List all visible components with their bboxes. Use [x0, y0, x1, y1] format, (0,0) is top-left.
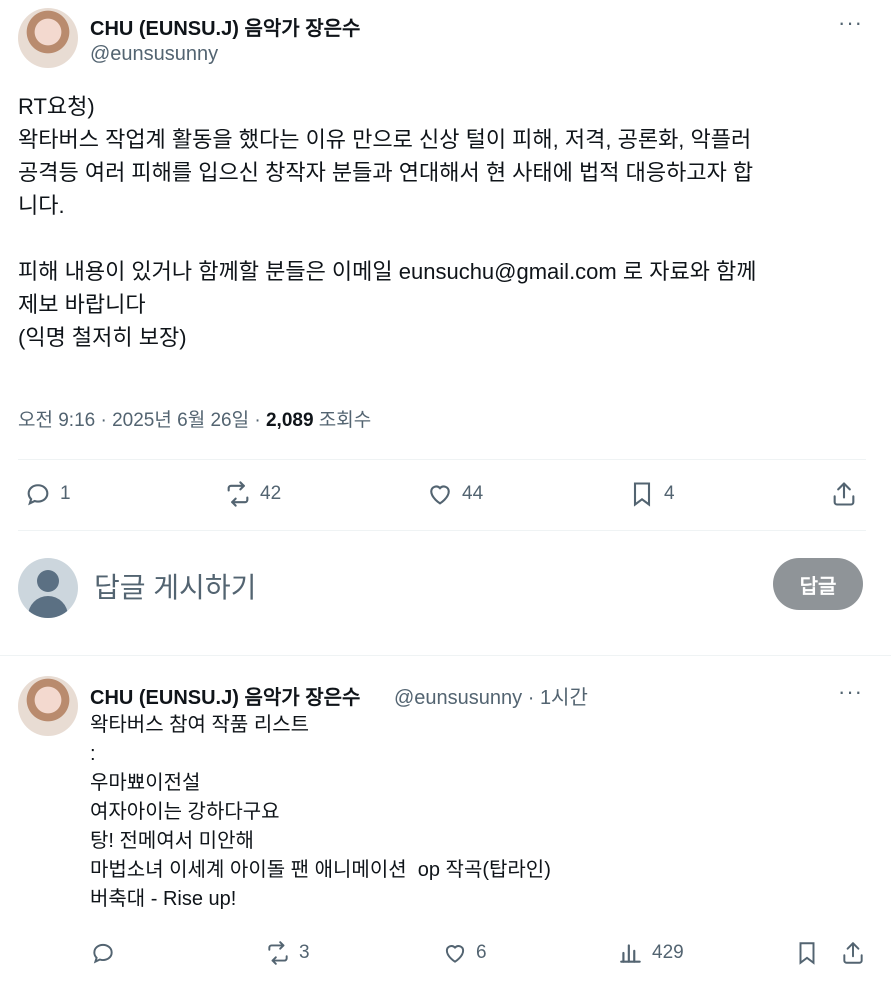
more-options-icon[interactable]: ···: [838, 10, 863, 36]
reply-text: 왁타버스 참여 작품 리스트 : 우마뾰이전설 여자아이는 강하다구요 탕! 전…: [90, 714, 551, 910]
divider: [0, 655, 891, 656]
retweet-icon: [227, 481, 249, 507]
reply-author-name[interactable]: CHU (EUNSU.J) 음악가 장은수: [90, 681, 360, 710]
share-icon: [833, 482, 855, 506]
divider: [18, 459, 866, 460]
author-handle[interactable]: @eunsusunny: [90, 43, 218, 66]
reply-more-options-icon[interactable]: ···: [838, 679, 863, 705]
bookmark-count: 4: [664, 483, 675, 504]
heart-icon: [430, 485, 450, 505]
bookmark-icon: [799, 942, 815, 965]
like-count: 44: [462, 483, 484, 504]
share-button[interactable]: [830, 480, 858, 508]
reply-views-count: 429: [652, 942, 684, 963]
reply-count: 1: [60, 483, 71, 504]
reply-share-button[interactable]: [840, 940, 866, 966]
view-count: 2,089: [265, 410, 314, 431]
bookmark-button[interactable]: 4: [628, 480, 675, 508]
reply-retweet-count: 3: [299, 942, 310, 963]
tweet-meta: 오전 9:16 · 2025년 6월 26일 · 2,089 조회수: [18, 405, 371, 432]
reply-input[interactable]: 답글 게시하기: [94, 566, 256, 606]
reply-like-button[interactable]: 6: [442, 940, 487, 966]
reply-author-avatar[interactable]: [18, 676, 78, 736]
reply-submit-button[interactable]: 답글: [773, 558, 863, 610]
bookmark-icon: [633, 482, 651, 507]
like-button[interactable]: 44: [426, 480, 483, 508]
view-label: 조회수: [313, 410, 372, 431]
tweet-timestamp[interactable]: 오전 9:16 · 2025년 6월 26일 ·: [18, 410, 266, 431]
share-icon: [843, 942, 863, 964]
retweet-count: 42: [260, 483, 282, 504]
reply-button[interactable]: 1: [24, 480, 71, 508]
reply-views-button[interactable]: 429: [618, 940, 684, 966]
avatar-head: [37, 570, 59, 592]
analytics-icon: [620, 944, 641, 963]
tweet-text: RT요청) 왁타버스 작업계 활동을 했다는 이유 만으로 신상 털이 피해, …: [18, 94, 757, 350]
author-avatar[interactable]: [18, 8, 78, 68]
reply-bookmark-button[interactable]: [794, 940, 820, 966]
reply-retweet-button[interactable]: 3: [265, 940, 310, 966]
user-avatar: [18, 558, 78, 618]
retweet-icon: [268, 941, 288, 965]
avatar-body: [28, 596, 68, 618]
reply-reply-button[interactable]: [90, 940, 124, 966]
reply-like-count: 6: [476, 942, 487, 963]
author-name[interactable]: CHU (EUNSU.J) 음악가 장은수: [90, 12, 360, 41]
reply-icon: [93, 943, 113, 964]
reply-icon: [27, 484, 49, 506]
divider: [18, 530, 866, 531]
reply-handle-time[interactable]: @eunsusunny · 1시간: [394, 681, 588, 710]
retweet-button[interactable]: 42: [224, 480, 281, 508]
heart-icon: [445, 945, 465, 963]
